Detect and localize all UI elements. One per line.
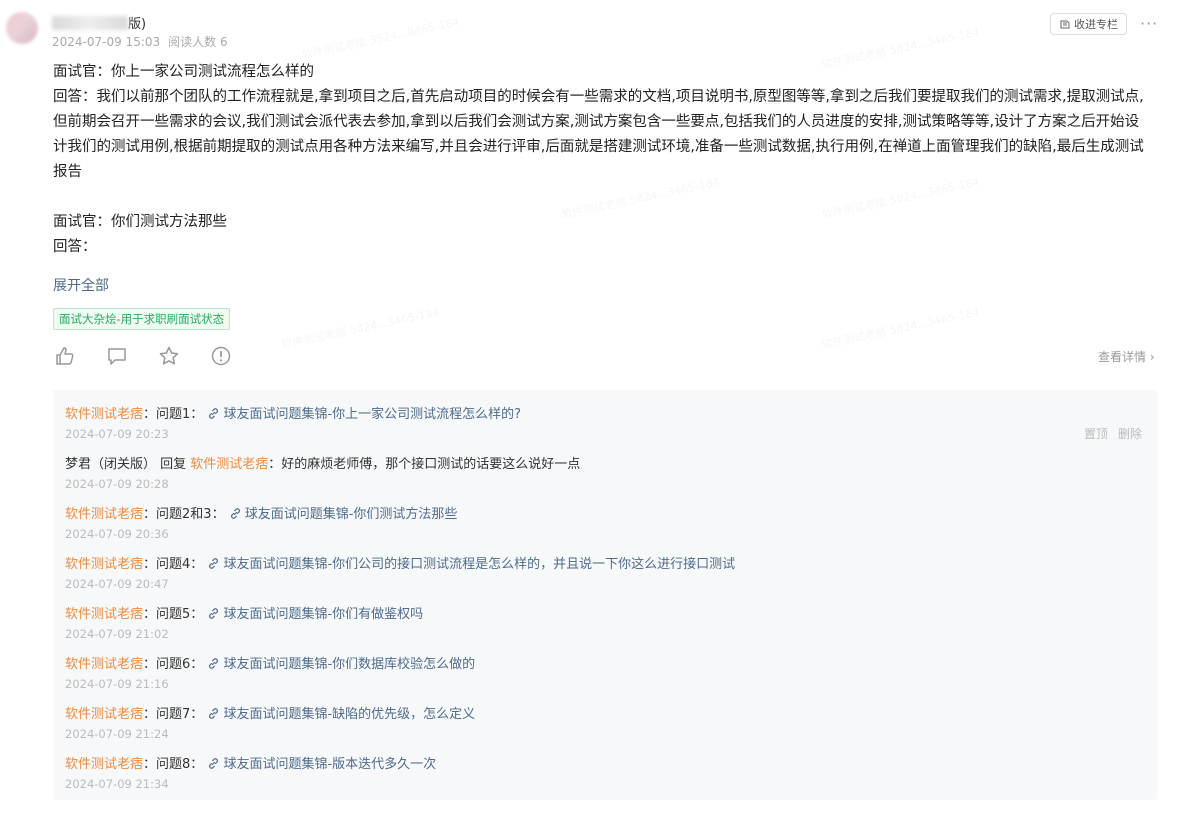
comment-prefix: 问题7： bbox=[156, 707, 208, 722]
like-icon[interactable] bbox=[54, 345, 76, 367]
comment-item: 软件测试老痞：问题5： 球友面试问题集锦-你们有做鉴权吗 2024-07-09 … bbox=[65, 603, 423, 641]
comment-date: 2024-07-09 21:16 bbox=[65, 677, 169, 691]
reply-word: 回复 bbox=[156, 457, 191, 472]
comment-prefix: 问题5： bbox=[156, 607, 208, 622]
read-count: 阅读人数 6 bbox=[168, 35, 228, 49]
separator: ： bbox=[143, 657, 157, 672]
comment-icon[interactable] bbox=[106, 345, 128, 367]
answer-2: 回答： bbox=[53, 239, 97, 255]
topic-tag[interactable]: 面试大杂烩-用于求职刷面试状态 bbox=[53, 308, 231, 330]
commenter-name[interactable]: 软件测试老痞 bbox=[65, 557, 143, 572]
comment-date: 2024-07-09 20:36 bbox=[65, 527, 169, 541]
comment-date: 2024-07-09 20:28 bbox=[65, 477, 169, 491]
link-icon bbox=[209, 558, 219, 569]
delete-button[interactable]: 删除 bbox=[1118, 427, 1142, 441]
comment-ops: 置顶 删除 bbox=[1084, 425, 1142, 442]
author-name-redacted bbox=[52, 16, 128, 30]
author-name[interactable]: 版) bbox=[52, 13, 146, 32]
comment-date: 2024-07-09 20:23 bbox=[65, 427, 169, 441]
author-name-suffix: 版) bbox=[128, 17, 147, 32]
separator: ： bbox=[143, 407, 157, 422]
separator: ： bbox=[143, 757, 157, 772]
question-2: 面试官：你们测试方法那些 bbox=[53, 214, 227, 230]
separator: ： bbox=[143, 557, 157, 572]
comment-date: 2024-07-09 21:02 bbox=[65, 627, 169, 641]
separator: ： bbox=[143, 707, 157, 722]
commenter-name[interactable]: 梦君（闭关版） bbox=[65, 457, 156, 472]
collect-label: 收进专栏 bbox=[1074, 18, 1118, 31]
link-icon bbox=[209, 608, 219, 619]
comment-item: 软件测试老痞：问题1： 球友面试问题集锦-你上一家公司测试流程怎么样的? 202… bbox=[65, 403, 521, 441]
comment-item: 软件测试老痞：问题4： 球友面试问题集锦-你们公司的接口测试流程是怎么样的，并且… bbox=[65, 553, 735, 591]
question-1: 面试官：你上一家公司测试流程怎么样的 bbox=[53, 64, 314, 80]
commenter-name[interactable]: 软件测试老痞 bbox=[65, 707, 143, 722]
link-icon bbox=[209, 708, 219, 719]
comment-prefix: 问题4： bbox=[156, 557, 208, 572]
report-icon[interactable] bbox=[210, 345, 232, 367]
comment-section: 置顶 删除 软件测试老痞：问题1： 球友面试问题集锦-你上一家公司测试流程怎么样的… bbox=[53, 390, 1157, 800]
comment-link[interactable]: 球友面试问题集锦-缺陷的优先级，怎么定义 bbox=[207, 707, 475, 722]
comment-link[interactable]: 球友面试问题集锦-版本迭代多久一次 bbox=[207, 757, 436, 772]
comment-link-text: 球友面试问题集锦-你们数据库校验怎么做的 bbox=[223, 657, 476, 672]
link-icon bbox=[209, 758, 219, 769]
comment-link-text: 球友面试问题集锦-你们公司的接口测试流程是怎么样的，并且说一下你这么进行接口测试 bbox=[223, 557, 736, 572]
collect-to-column-button[interactable]: 收进专栏 bbox=[1050, 13, 1127, 35]
comment-item: 梦君（闭关版） 回复 软件测试老痞：好的麻烦老师傅，那个接口测试的话要这么说好一… bbox=[65, 453, 580, 491]
commenter-name[interactable]: 软件测试老痞 bbox=[65, 607, 143, 622]
comment-link[interactable]: 球友面试问题集锦-你上一家公司测试流程怎么样的? bbox=[207, 407, 521, 422]
comment-prefix: 问题1： bbox=[156, 407, 208, 422]
comment-link[interactable]: 球友面试问题集锦-你们数据库校验怎么做的 bbox=[207, 657, 475, 672]
pin-button[interactable]: 置顶 bbox=[1084, 427, 1108, 441]
comment-date: 2024-07-09 20:47 bbox=[65, 577, 169, 591]
commenter-name[interactable]: 软件测试老痞 bbox=[65, 657, 143, 672]
comment-item: 软件测试老痞：问题6： 球友面试问题集锦-你们数据库校验怎么做的 2024-07… bbox=[65, 653, 475, 691]
comment-text: ：好的麻烦老师傅，那个接口测试的话要这么说好一点 bbox=[268, 457, 581, 472]
comment-prefix: 问题6： bbox=[156, 657, 208, 672]
comment-link[interactable]: 球友面试问题集锦-你们公司的接口测试流程是怎么样的，并且说一下你这么进行接口测试 bbox=[207, 557, 735, 572]
comment-link-text: 球友面试问题集锦-你们有做鉴权吗 bbox=[223, 607, 424, 622]
comment-date: 2024-07-09 21:24 bbox=[65, 727, 169, 741]
commenter-name[interactable]: 软件测试老痞 bbox=[65, 507, 143, 522]
link-icon bbox=[230, 508, 240, 519]
comment-item: 软件测试老痞：问题8： 球友面试问题集锦-版本迭代多久一次 2024-07-09… bbox=[65, 753, 436, 791]
post-meta: 2024-07-09 15:03 阅读人数 6 bbox=[52, 33, 228, 50]
view-detail-link[interactable]: 查看详情 › bbox=[1098, 348, 1155, 365]
comment-link[interactable]: 球友面试问题集锦-你们有做鉴权吗 bbox=[207, 607, 423, 622]
link-icon bbox=[209, 408, 219, 419]
action-bar bbox=[54, 345, 232, 367]
separator: ： bbox=[143, 507, 157, 522]
collect-icon bbox=[1060, 20, 1070, 29]
post-date: 2024-07-09 15:03 bbox=[52, 35, 161, 49]
post-content: 面试官：你上一家公司测试流程怎么样的 回答：我们以前那个团队的工作流程就是,拿到… bbox=[53, 60, 1153, 260]
comment-link-text: 球友面试问题集锦-版本迭代多久一次 bbox=[223, 757, 437, 772]
more-options-icon[interactable]: ··· bbox=[1140, 14, 1158, 33]
commenter-name[interactable]: 软件测试老痞 bbox=[65, 407, 143, 422]
author-avatar[interactable] bbox=[6, 12, 38, 44]
comment-link-text: 球友面试问题集锦-你们测试方法那些 bbox=[244, 507, 458, 522]
comment-item: 软件测试老痞：问题7： 球友面试问题集锦-缺陷的优先级，怎么定义 2024-07… bbox=[65, 703, 475, 741]
comment-prefix: 问题8： bbox=[156, 757, 208, 772]
comment-link-text: 球友面试问题集锦-你上一家公司测试流程怎么样的? bbox=[223, 407, 522, 422]
expand-all-link[interactable]: 展开全部 bbox=[53, 275, 109, 295]
comment-prefix: 问题2和3： bbox=[156, 507, 229, 522]
comment-link[interactable]: 球友面试问题集锦-你们测试方法那些 bbox=[229, 507, 458, 522]
comment-link-text: 球友面试问题集锦-缺陷的优先级，怎么定义 bbox=[223, 707, 476, 722]
reply-to-name[interactable]: 软件测试老痞 bbox=[190, 457, 268, 472]
comment-item: 软件测试老痞：问题2和3： 球友面试问题集锦-你们测试方法那些 2024-07-… bbox=[65, 503, 457, 541]
answer-1: 回答：我们以前那个团队的工作流程就是,拿到项目之后,首先启动项目的时候会有一些需… bbox=[53, 89, 1144, 180]
link-icon bbox=[209, 658, 219, 669]
separator: ： bbox=[143, 607, 157, 622]
star-icon[interactable] bbox=[158, 345, 180, 367]
comment-date: 2024-07-09 21:34 bbox=[65, 777, 169, 791]
commenter-name[interactable]: 软件测试老痞 bbox=[65, 757, 143, 772]
